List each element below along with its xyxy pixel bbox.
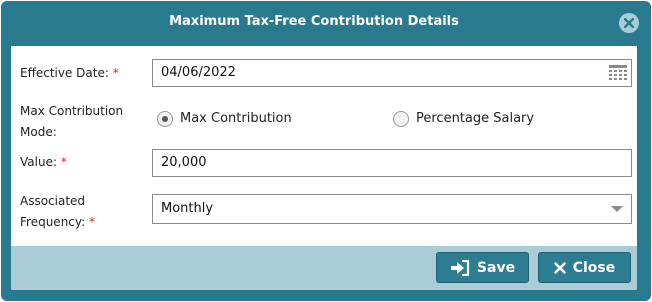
radio-max-contribution-label: Max Contribution [180, 111, 292, 126]
chevron-down-icon[interactable] [611, 206, 623, 212]
value-label: Value: * [20, 155, 67, 169]
dialog-body: Effective Date: * 04/06/2022 Max Contrib… [11, 46, 637, 246]
required-marker: * [112, 66, 119, 80]
radio-percentage-salary[interactable] [393, 111, 409, 127]
frequency-selected-value: Monthly [161, 201, 214, 216]
dialog-titlebar: Maximum Tax-Free Contribution Details [1, 1, 651, 43]
radio-percentage-salary-label: Percentage Salary [416, 111, 535, 126]
save-button[interactable]: Save [436, 252, 529, 283]
contribution-mode-label: Max Contribution Mode: [20, 104, 124, 139]
close-icon [553, 261, 566, 274]
frequency-select[interactable]: Monthly [152, 194, 632, 224]
dialog-footer: Save Close [11, 246, 637, 290]
required-marker: * [60, 155, 67, 169]
value-input-text: 20,000 [161, 155, 207, 170]
effective-date-label: Effective Date: * [20, 66, 119, 80]
effective-date-value: 04/06/2022 [161, 65, 236, 80]
close-circle-icon[interactable] [619, 13, 639, 33]
close-button[interactable]: Close [538, 252, 631, 283]
value-input[interactable]: 20,000 [152, 149, 632, 177]
frequency-label: Associated Frequency: * [20, 194, 95, 229]
contribution-dialog: Maximum Tax-Free Contribution Details Ef… [1, 1, 651, 301]
radio-max-contribution[interactable] [157, 111, 173, 127]
required-marker: * [89, 215, 95, 229]
close-button-label: Close [572, 259, 616, 276]
calendar-icon[interactable] [609, 65, 627, 81]
save-button-label: Save [476, 259, 516, 276]
dialog-title: Maximum Tax-Free Contribution Details [169, 14, 459, 29]
effective-date-field[interactable]: 04/06/2022 [152, 59, 632, 87]
sign-in-icon [450, 259, 470, 276]
